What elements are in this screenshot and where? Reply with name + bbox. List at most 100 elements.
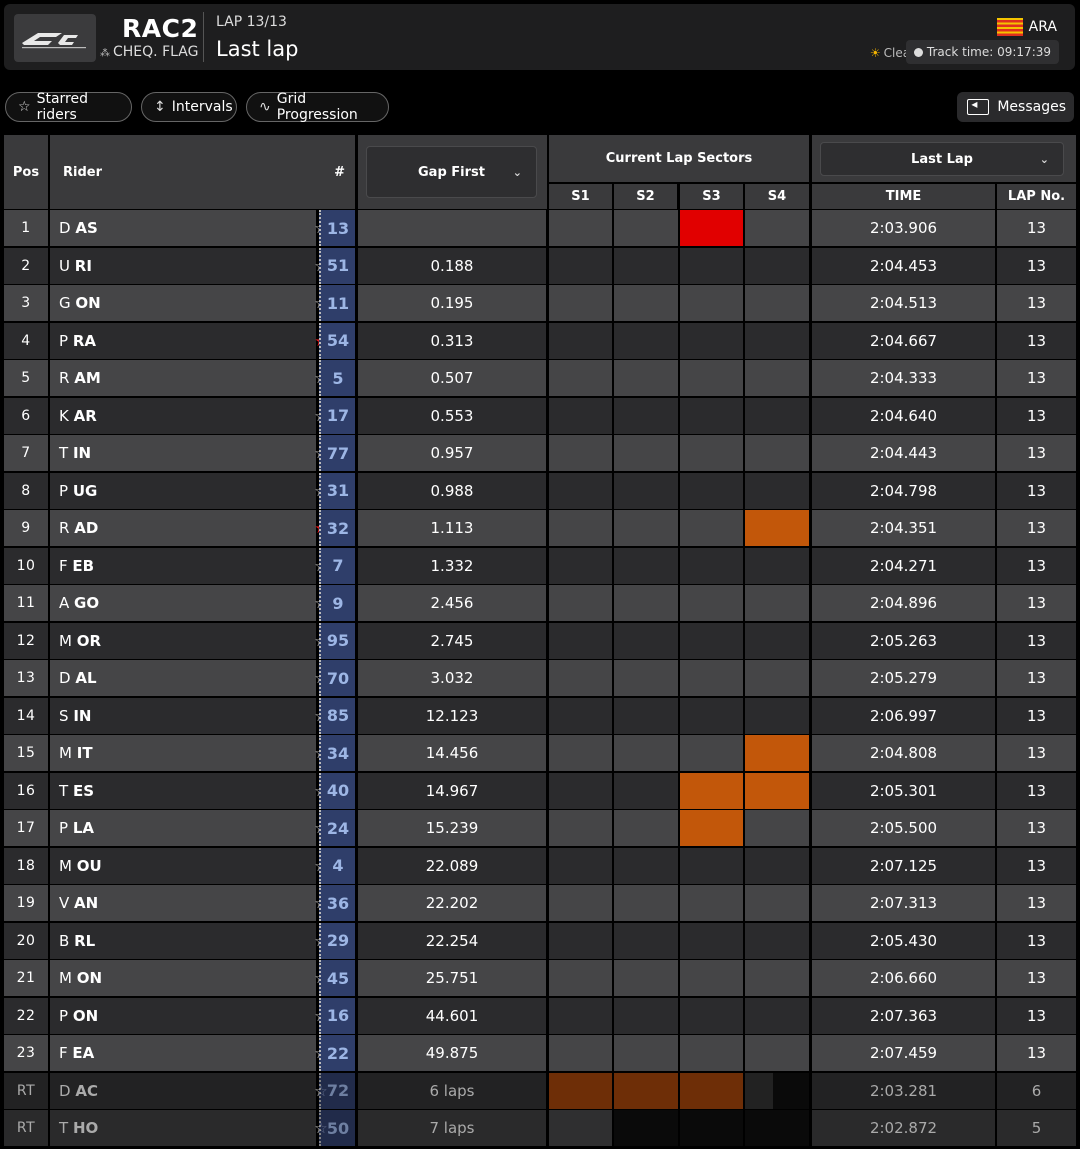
- rider-initial: P: [59, 819, 69, 837]
- rider-surname: RL: [74, 931, 96, 950]
- table-row[interactable]: 18M OU☆422.089 2:07.12513: [4, 847, 1076, 884]
- rider-initial: A: [59, 594, 70, 612]
- rider-initial: S: [59, 706, 69, 725]
- rider-number: 85: [319, 697, 355, 734]
- lap-number: 13: [997, 397, 1076, 434]
- table-row[interactable]: RTD AC☆726 laps 2:03.2816: [4, 1072, 1076, 1109]
- lap-counter: LAP 13/13: [216, 14, 287, 30]
- sector-3-cell: [680, 922, 743, 959]
- rider-name: V AN☆: [50, 885, 328, 921]
- sector-1-cell: [549, 997, 612, 1034]
- last-lap-time: 2:05.500: [812, 810, 995, 846]
- table-row[interactable]: 4P RA★540.313 2:04.66713: [4, 322, 1076, 359]
- sector-4-cell: [745, 322, 809, 359]
- sector-3-cell: [680, 810, 743, 846]
- sector-2-cell: [614, 210, 678, 246]
- table-row[interactable]: 16T ES☆4014.967 2:05.30113: [4, 772, 1076, 809]
- grid-progression-label: Grid Progression: [276, 91, 358, 123]
- position: 5: [4, 360, 48, 396]
- sector-3-cell: [680, 360, 743, 396]
- rider-number: 4: [319, 847, 355, 884]
- rider-number: 54: [319, 322, 355, 359]
- last-lap-time: 2:04.798: [812, 472, 995, 509]
- grid-progression-button[interactable]: ∿ Grid Progression: [246, 91, 389, 123]
- table-row[interactable]: 23F EA☆2249.875 2:07.45913: [4, 1035, 1076, 1071]
- rider-name: A GO☆: [50, 585, 328, 621]
- lap-number: 13: [997, 697, 1076, 734]
- table-row[interactable]: RTT HO☆507 laps 2:02.8725: [4, 1110, 1076, 1146]
- table-row[interactable]: 6K AR☆170.553 2:04.64013: [4, 397, 1076, 434]
- rider-initial: M: [59, 969, 72, 987]
- position: 3: [4, 285, 48, 321]
- gap-value: 49.875: [358, 1035, 546, 1071]
- rider-surname: LA: [72, 819, 94, 837]
- lap-number: 13: [997, 922, 1076, 959]
- table-row[interactable]: 22P ON☆1644.601 2:07.36313: [4, 997, 1076, 1034]
- table-row[interactable]: 10F EB☆71.332 2:04.27113: [4, 547, 1076, 584]
- sector-3-cell: [680, 960, 743, 996]
- starred-riders-button[interactable]: ☆ Starred riders: [5, 91, 132, 123]
- aragon-flag-icon: [996, 18, 1023, 36]
- rider-initial: T: [59, 444, 69, 462]
- rider-surname: AN: [74, 894, 99, 912]
- rider-name: D AL☆: [50, 660, 328, 696]
- sector-3-cell: [680, 247, 743, 284]
- position: 14: [4, 697, 48, 734]
- position: 18: [4, 847, 48, 884]
- table-row[interactable]: 5R AM☆50.5072:04.33313: [4, 360, 1076, 396]
- table-row[interactable]: 8P UG☆310.988 2:04.79813: [4, 472, 1076, 509]
- table-row[interactable]: 13D AL☆703.0322:05.27913: [4, 660, 1076, 696]
- lap-number: 13: [997, 210, 1076, 246]
- position: 20: [4, 922, 48, 959]
- rider-surname: RA: [72, 331, 96, 350]
- rider-surname: IN: [73, 706, 92, 725]
- position: 19: [4, 885, 48, 921]
- championship-logo: [14, 14, 96, 62]
- sector-2-cell: [614, 847, 678, 884]
- sector-2-cell: [614, 1110, 678, 1146]
- gap-select[interactable]: Gap First ⌄: [366, 146, 537, 198]
- col-s1: S1: [549, 184, 612, 209]
- gap-value: 1.113: [358, 510, 546, 546]
- table-row[interactable]: 3G ON☆110.195 2:04.51313: [4, 285, 1076, 321]
- rider-name: R AM☆: [50, 360, 328, 396]
- lap-number: 13: [997, 997, 1076, 1034]
- lap-number: 13: [997, 810, 1076, 846]
- rider-surname: ON: [75, 294, 101, 312]
- position: 22: [4, 997, 48, 1034]
- rider-surname: ON: [72, 1006, 99, 1025]
- rider-name: B RL☆: [50, 922, 328, 959]
- rider-number: 34: [319, 735, 355, 771]
- sector-1-cell: [549, 1072, 612, 1109]
- table-row[interactable]: 17P LA☆2415.239 2:05.50013: [4, 810, 1076, 846]
- table-row[interactable]: 7T IN☆770.957 2:04.44313: [4, 435, 1076, 471]
- table-row[interactable]: 21M ON☆4525.751 2:06.66013: [4, 960, 1076, 996]
- messages-button[interactable]: Messages: [957, 92, 1074, 122]
- position: 7: [4, 435, 48, 471]
- rider-surname: EA: [72, 1044, 95, 1062]
- rider-name: M OU☆: [50, 847, 328, 884]
- rider-number: 32: [319, 510, 355, 546]
- sector-2-cell: [614, 772, 678, 809]
- table-row[interactable]: 20B RL☆2922.254 2:05.43013: [4, 922, 1076, 959]
- table-row[interactable]: 2U RI☆510.188 2:04.45313: [4, 247, 1076, 284]
- rider-initial: P: [59, 481, 69, 500]
- rider-initial: V: [59, 894, 70, 912]
- table-row[interactable]: 9R AD★321.113 2:04.35113: [4, 510, 1076, 546]
- gap-value: 0.957: [358, 435, 546, 471]
- rider-initial: P: [59, 1006, 69, 1025]
- messages-label: Messages: [997, 99, 1066, 115]
- sector-3-cell: [680, 660, 743, 696]
- table-row[interactable]: 12M OR☆952.745 2:05.26313: [4, 622, 1076, 659]
- table-row[interactable]: 14S IN☆8512.123 2:06.99713: [4, 697, 1076, 734]
- last-lap-select[interactable]: Last Lap ⌄: [820, 142, 1064, 176]
- table-row[interactable]: 11A GO☆92.456 2:04.89613: [4, 585, 1076, 621]
- rider-number: 7: [319, 547, 355, 584]
- lap-number: 13: [997, 247, 1076, 284]
- lap-number: 13: [997, 547, 1076, 584]
- table-row[interactable]: 1D AS☆132:03.90613: [4, 210, 1076, 246]
- table-row[interactable]: 19V AN☆3622.202 2:07.31313: [4, 885, 1076, 921]
- intervals-button[interactable]: ↕ Intervals: [141, 92, 237, 122]
- table-row[interactable]: 15M IT☆3414.456 2:04.80813: [4, 735, 1076, 771]
- rider-name: F EB☆: [50, 547, 328, 584]
